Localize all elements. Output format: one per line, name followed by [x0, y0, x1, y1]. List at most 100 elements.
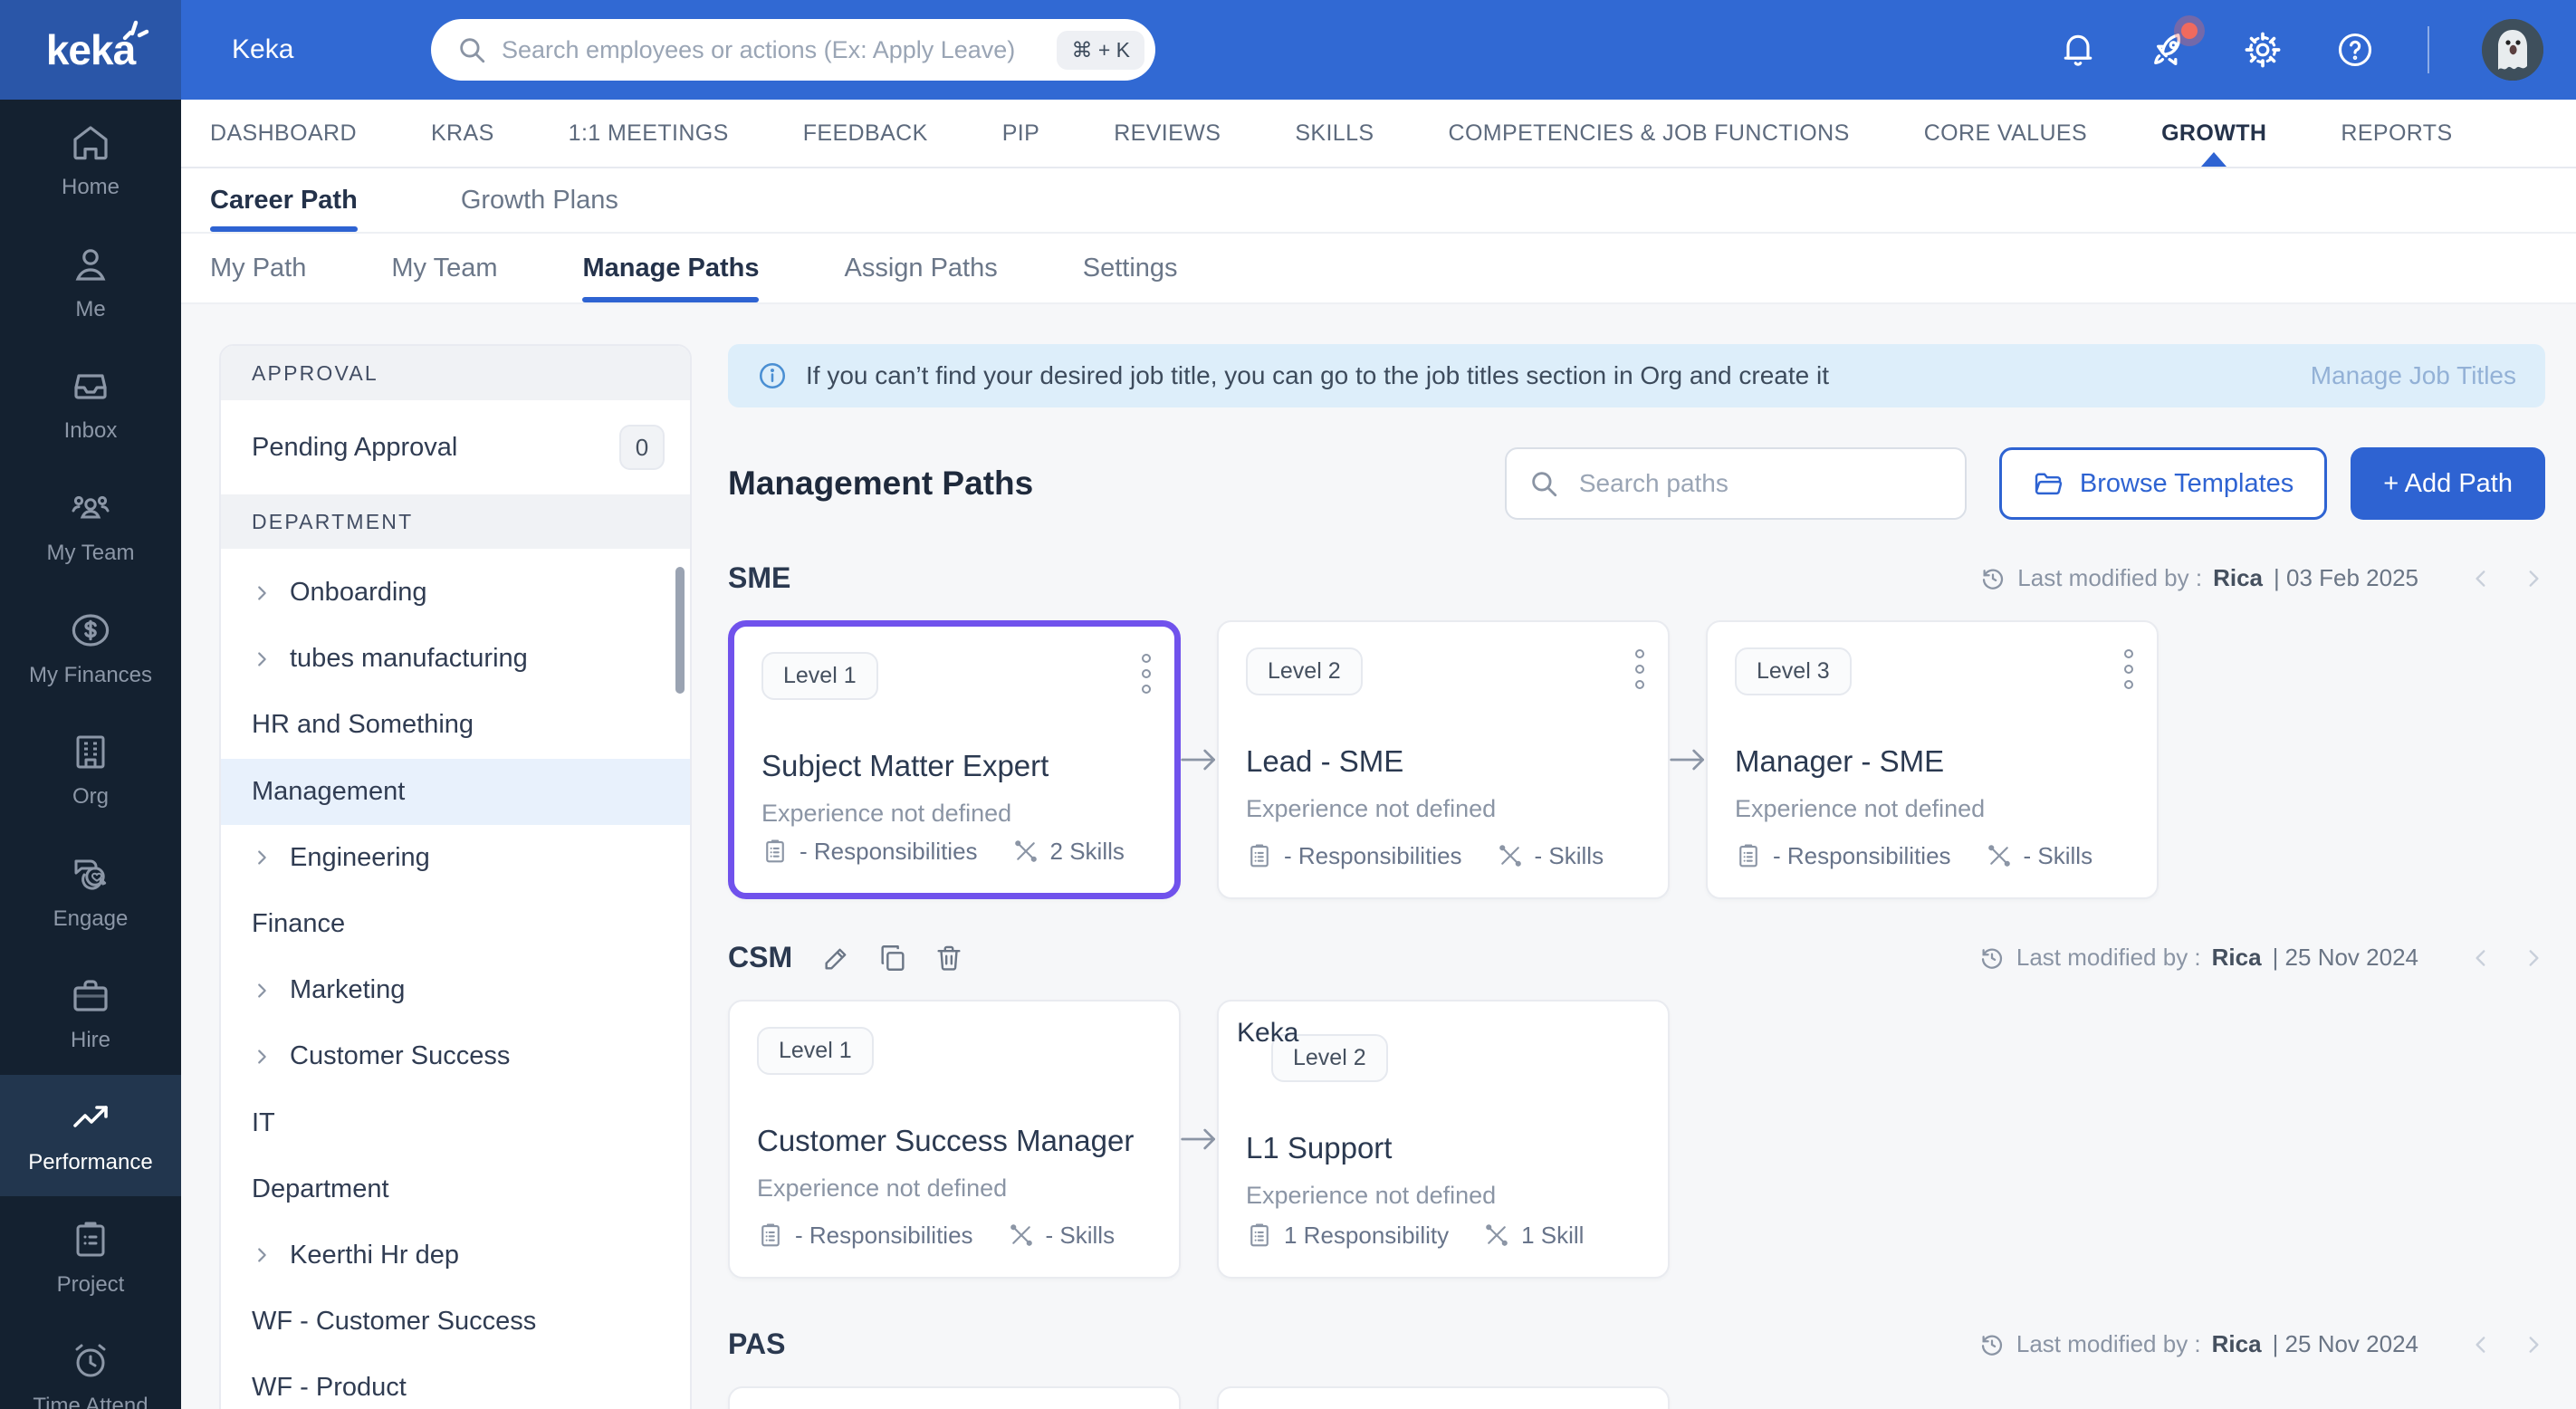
notifications-bell-icon[interactable] — [2058, 30, 2098, 70]
tab-core-values[interactable]: CORE VALUES — [1924, 100, 2087, 167]
chevron-right-icon[interactable] — [252, 1245, 290, 1265]
department-item-selected[interactable]: Management — [221, 758, 690, 825]
path-card[interactable] — [1217, 1386, 1670, 1409]
chevron-left-icon[interactable] — [2469, 946, 2493, 970]
tab-1-1-meetings[interactable]: 1:1 MEETINGS — [569, 100, 729, 167]
tab-my-team[interactable]: My Team — [391, 234, 497, 302]
tab-growth-plans[interactable]: Growth Plans — [461, 168, 618, 232]
sidebar-item-hire[interactable]: Hire — [0, 953, 181, 1075]
settings-gear-icon[interactable] — [2243, 30, 2283, 70]
tab-settings[interactable]: Settings — [1083, 234, 1178, 302]
search-paths-input[interactable] — [1575, 467, 1943, 500]
department-item[interactable]: WF - Product — [221, 1355, 690, 1409]
tab-assign-paths[interactable]: Assign Paths — [844, 234, 997, 302]
department-item[interactable]: Finance — [221, 891, 690, 957]
chevron-right-icon[interactable] — [252, 583, 290, 603]
tab-growth[interactable]: GROWTH — [2161, 100, 2266, 167]
chevron-right-icon[interactable] — [2522, 1333, 2545, 1356]
sidebar-item-inbox[interactable]: Inbox — [0, 343, 181, 465]
department-item[interactable]: HR and Something — [221, 692, 690, 758]
chevron-right-icon[interactable] — [2522, 567, 2545, 590]
department-item[interactable]: WF - Customer Success — [221, 1289, 690, 1355]
manage-job-titles-link[interactable]: Manage Job Titles — [2311, 361, 2516, 390]
add-path-button[interactable]: + Add Path — [2351, 447, 2545, 520]
sidebar-item-project[interactable]: Project — [0, 1196, 181, 1318]
delete-trash-icon[interactable] — [934, 943, 964, 973]
department-item[interactable]: Marketing — [221, 957, 690, 1023]
responsibilities-clipboard-icon — [1739, 844, 1757, 867]
path-card-subject-matter-expert[interactable]: Level 1 Subject Matter Expert Experience… — [728, 620, 1181, 899]
sidebar-item-home[interactable]: Home — [0, 100, 181, 222]
whats-new-rocket-icon[interactable] — [2150, 23, 2198, 70]
path-card[interactable] — [728, 1386, 1181, 1409]
edit-pencil-icon[interactable] — [821, 943, 852, 973]
department-item[interactable]: Engineering — [221, 825, 690, 891]
help-icon[interactable] — [2335, 30, 2375, 70]
card-menu-icon[interactable] — [2121, 646, 2137, 693]
section-pager — [2469, 1333, 2545, 1356]
chevron-right-icon[interactable] — [252, 848, 290, 867]
tab-reviews[interactable]: REVIEWS — [1114, 100, 1221, 167]
last-modified-info: Last modified by : Rica | 25 Nov 2024 — [1978, 944, 2545, 972]
tab-dashboard[interactable]: DASHBOARD — [210, 100, 357, 167]
shortcut-badge: ⌘ + K — [1057, 30, 1144, 70]
modified-by-user: Rica — [2213, 564, 2263, 591]
skills-stat: - Skills — [1497, 841, 1604, 870]
path-card-manager-sme[interactable]: Level 3 Manager - SME Experience not def… — [1706, 620, 2159, 899]
department-list: Onboarding tubes manufacturing HR and So… — [221, 549, 690, 1409]
chevron-left-icon[interactable] — [2469, 567, 2493, 590]
sidebar-item-performance[interactable]: Performance — [0, 1074, 181, 1197]
sidebar: Home Me Inbox My Team My Finances Org En… — [0, 100, 181, 1409]
browse-templates-button[interactable]: Browse Templates — [1998, 447, 2328, 520]
tab-manage-paths[interactable]: Manage Paths — [582, 234, 759, 302]
tab-competencies-job-functions[interactable]: COMPETENCIES & JOB FUNCTIONS — [1449, 100, 1850, 167]
tab-pip[interactable]: PIP — [1002, 100, 1040, 167]
tab-skills[interactable]: SKILLS — [1295, 100, 1374, 167]
chevron-right-icon[interactable] — [252, 981, 290, 1001]
card-stats: - Responsibilities - Skills — [757, 1221, 1154, 1250]
tab-career-path[interactable]: Career Path — [210, 168, 359, 232]
path-card-l1-support[interactable]: Keka Level 2 L1 Support Experience not d… — [1217, 1000, 1670, 1279]
chevron-right-icon[interactable] — [252, 1047, 290, 1067]
keka-logo[interactable]: keka — [0, 0, 181, 100]
section-header-pas: PAS Last modified by : Rica | 25 Nov 202… — [728, 1328, 2545, 1361]
department-item[interactable]: Department — [221, 1156, 690, 1222]
sidebar-item-org[interactable]: Org — [0, 709, 181, 831]
card-menu-icon[interactable] — [1632, 646, 1648, 693]
chevron-right-icon[interactable] — [2522, 946, 2545, 970]
tab-kras[interactable]: KRAS — [431, 100, 494, 167]
tab-my-path[interactable]: My Path — [210, 234, 306, 302]
card-menu-icon[interactable] — [1138, 650, 1154, 697]
responsibilities-clipboard-icon — [766, 839, 784, 863]
department-header: DEPARTMENT — [221, 494, 690, 549]
pending-approval-item[interactable]: Pending Approval 0 — [221, 400, 690, 494]
info-banner: If you can’t find your desired job title… — [728, 344, 2545, 407]
search-paths-field[interactable] — [1504, 447, 1967, 520]
tab-reports[interactable]: REPORTS — [2341, 100, 2452, 167]
user-avatar[interactable] — [2482, 19, 2543, 81]
sidebar-item-time-attend[interactable]: Time Attend — [0, 1318, 181, 1409]
department-item[interactable]: Keerthi Hr dep — [221, 1222, 690, 1289]
global-search[interactable]: ⌘ + K — [431, 19, 1155, 81]
global-search-input[interactable] — [487, 35, 1058, 64]
skills-tools-icon — [1499, 845, 1521, 867]
chevron-right-icon[interactable] — [252, 649, 290, 669]
sidebar-item-me[interactable]: Me — [0, 222, 181, 344]
department-item[interactable]: Customer Success — [221, 1023, 690, 1089]
path-card-customer-success-manager[interactable]: Level 1 Customer Success Manager Experie… — [728, 1000, 1181, 1279]
copy-icon[interactable] — [877, 943, 908, 973]
modified-by-user: Rica — [2211, 944, 2262, 971]
tab-feedback[interactable]: FEEDBACK — [803, 100, 928, 167]
department-item[interactable]: Onboarding — [221, 560, 690, 626]
chevron-left-icon[interactable] — [2469, 1333, 2493, 1356]
department-list-scrollbar[interactable] — [675, 567, 685, 694]
department-item[interactable]: tubes manufacturing — [221, 626, 690, 692]
modified-date: | 03 Feb 2025 — [2274, 564, 2418, 591]
path-card-lead-sme[interactable]: Level 2 Lead - SME Experience not define… — [1217, 620, 1670, 899]
sidebar-item-my-finances[interactable]: My Finances — [0, 587, 181, 709]
department-item[interactable]: IT — [221, 1090, 690, 1156]
sidebar-item-engage[interactable]: Engage — [0, 831, 181, 954]
responsibilities-clipboard-icon — [761, 1223, 780, 1247]
folder-icon — [2035, 473, 2063, 495]
sidebar-item-my-team[interactable]: My Team — [0, 465, 181, 588]
